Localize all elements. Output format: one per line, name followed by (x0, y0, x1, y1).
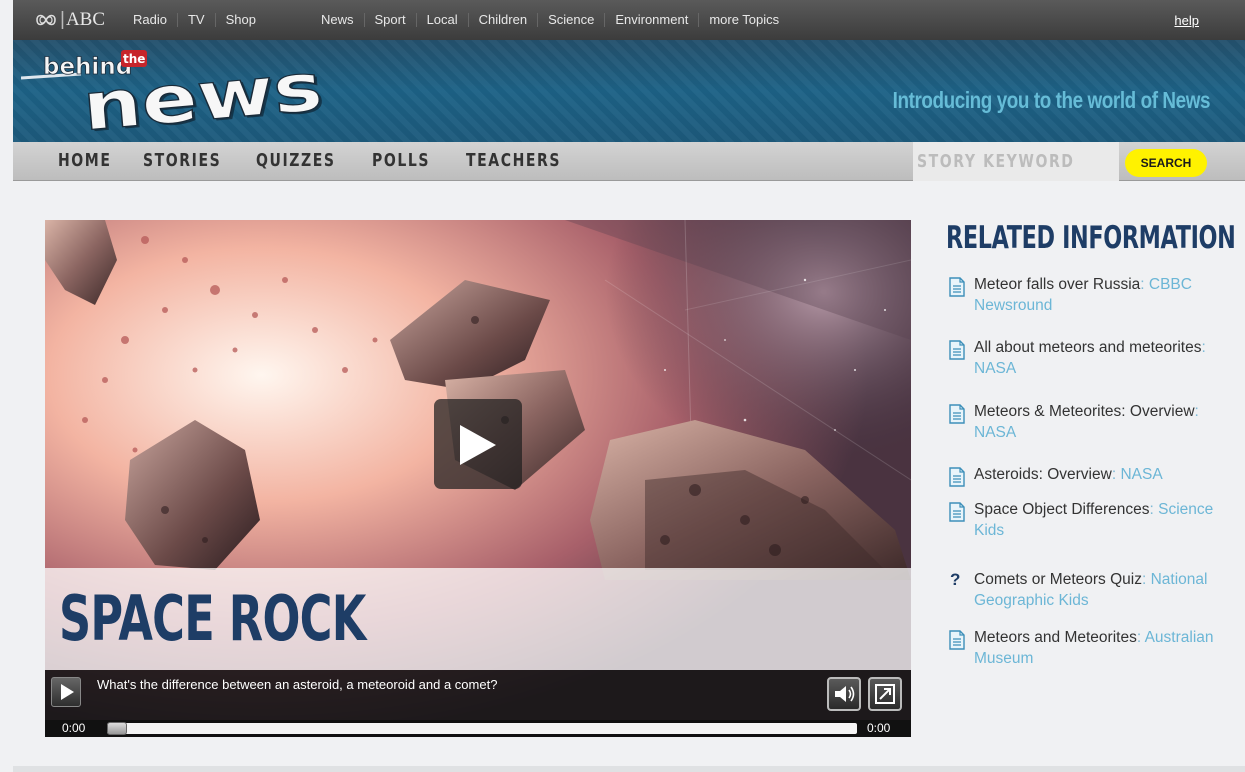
play-icon (460, 425, 496, 465)
nav-teachers[interactable]: TEACHERS (466, 150, 561, 171)
behind-the-news-logo[interactable]: behind the news news (20, 42, 341, 142)
abc-logo-divider: | (60, 9, 65, 30)
nav-stories[interactable]: STORIES (143, 150, 221, 171)
video-title: SPACE ROCK (59, 582, 366, 655)
abc-logo[interactable]: | ABC (35, 9, 105, 31)
question-icon: ? (950, 570, 961, 589)
story-keyword-input[interactable] (913, 142, 1119, 181)
nav-polls[interactable]: POLLS (372, 150, 430, 171)
abc-link-children[interactable]: Children (469, 13, 539, 27)
related-item-separator: : (1194, 403, 1199, 420)
abc-global-bar: | ABC Radio TV Shop News Sport Local Chi… (13, 0, 1245, 40)
abc-logo-text: ABC (65, 9, 106, 30)
related-item[interactable]: Meteors and Meteorites: Australian Museu… (946, 627, 1236, 669)
related-item-separator: : (1140, 276, 1149, 293)
related-item-separator: : (1141, 571, 1151, 588)
page-bottom-strip (13, 766, 1245, 772)
abc-link-local[interactable]: Local (417, 13, 469, 27)
document-icon (949, 404, 965, 424)
nav-quizzes[interactable]: QUIZZES (256, 150, 336, 171)
related-item[interactable]: All about meteors and meteorites: NASA (946, 337, 1236, 379)
document-icon (949, 277, 965, 297)
main-nav: HOME STORIES QUIZZES POLLS TEACHERS STOR… (13, 142, 1245, 181)
seek-handle[interactable] (107, 722, 127, 735)
big-play-button[interactable] (434, 399, 522, 489)
abc-link-news[interactable]: News (311, 13, 365, 27)
abc-link-sport[interactable]: Sport (365, 13, 417, 27)
related-item-source[interactable]: NASA (1120, 466, 1162, 483)
document-icon (949, 630, 965, 650)
nav-home[interactable]: HOME (58, 150, 111, 171)
related-item-title[interactable]: Meteors & Meteorites: Overview (974, 403, 1195, 420)
related-item-title[interactable]: Meteors and Meteorites (974, 629, 1137, 646)
related-item[interactable]: Space Object Differences: Science Kids (946, 499, 1236, 541)
abc-link-more-topics[interactable]: more Topics (699, 13, 789, 27)
time-current: 0:00 (62, 721, 86, 735)
fullscreen-button[interactable] (868, 677, 902, 711)
progress-row: 0:00 0:00 (45, 720, 911, 737)
abc-link-shop[interactable]: Shop (216, 13, 266, 27)
related-item-separator: : (1149, 501, 1159, 518)
related-item-source[interactable]: NASA (974, 360, 1016, 377)
volume-button[interactable] (827, 677, 861, 711)
speaker-icon (835, 686, 855, 702)
related-item[interactable]: Meteors & Meteorites: Overview: NASA (946, 401, 1236, 443)
fullscreen-icon (875, 684, 895, 704)
control-play-button[interactable] (51, 677, 81, 707)
abc-topic-links: News Sport Local Children Science Enviro… (311, 13, 789, 27)
search-button[interactable]: SEARCH (1125, 149, 1207, 177)
play-icon (61, 684, 74, 700)
related-item[interactable]: Asteroids: Overview: NASA (946, 464, 1236, 487)
related-item-title[interactable]: Comets or Meteors Quiz (974, 571, 1142, 588)
abc-link-tv[interactable]: TV (178, 13, 216, 27)
abc-lissajous-icon (36, 14, 56, 26)
related-item-title[interactable]: All about meteors and meteorites (974, 339, 1201, 356)
related-heading: RELATED INFORMATION (946, 220, 1236, 256)
document-icon (949, 467, 965, 487)
video-player[interactable]: SPACE ROCK What's the difference between… (45, 220, 911, 737)
abc-link-environment[interactable]: Environment (605, 13, 700, 27)
masthead-banner: behind the news news Introducing you to … (13, 40, 1245, 142)
related-item[interactable]: ? Comets or Meteors Quiz: National Geogra… (946, 569, 1236, 611)
masthead-tagline: Introducing you to the world of News (892, 87, 1211, 113)
related-item-source[interactable]: NASA (974, 424, 1016, 441)
related-item-title[interactable]: Asteroids: Overview (974, 466, 1112, 483)
help-link[interactable]: help (1174, 13, 1199, 28)
video-caption: What's the difference between an asteroi… (97, 677, 498, 692)
related-item-separator: : (1201, 339, 1206, 356)
related-item-title[interactable]: Space Object Differences (974, 501, 1149, 518)
related-item-title[interactable]: Meteor falls over Russia (974, 276, 1140, 293)
time-total: 0:00 (867, 721, 891, 735)
abc-link-science[interactable]: Science (538, 13, 606, 27)
seek-bar[interactable] (107, 723, 857, 734)
document-icon (949, 340, 965, 360)
abc-primary-links: Radio TV Shop (123, 13, 266, 27)
video-controls: What's the difference between an asteroi… (45, 670, 911, 737)
abc-link-radio[interactable]: Radio (123, 13, 178, 27)
related-item-separator: : (1136, 629, 1145, 646)
document-icon (949, 502, 965, 522)
related-item[interactable]: Meteor falls over Russia: CBBC Newsround (946, 274, 1236, 316)
